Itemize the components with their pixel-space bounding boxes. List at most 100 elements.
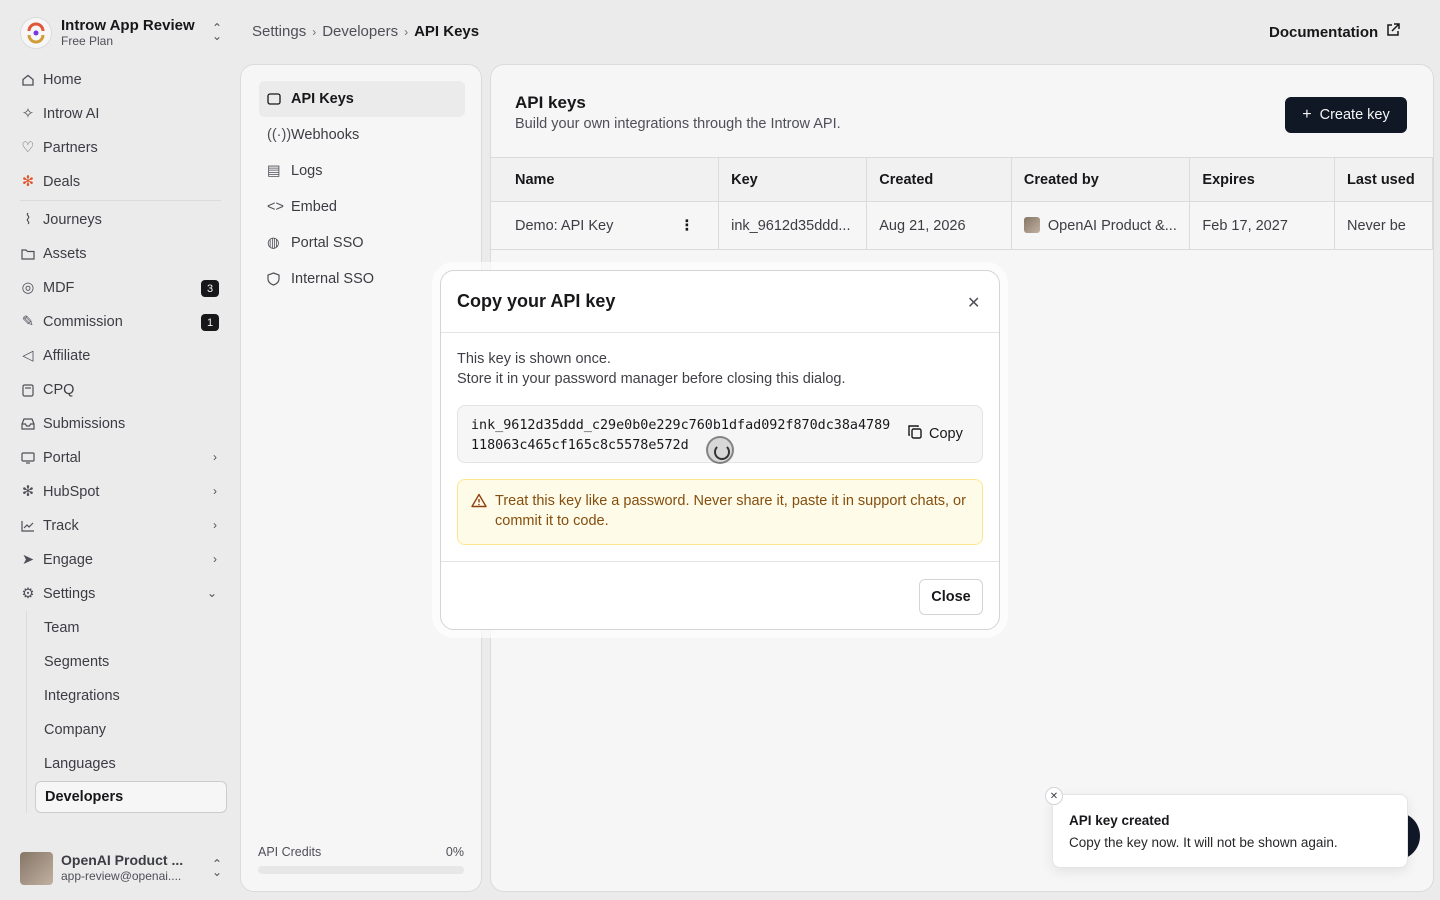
org-switcher[interactable]: Introw App Review Free Plan ⌃ ⌄ — [20, 14, 230, 52]
chart-icon — [21, 519, 35, 533]
sidebar-item-affiliate[interactable]: ◁ Affiliate — [12, 339, 227, 373]
sidebar-item-team[interactable]: Team — [35, 611, 227, 645]
percent-icon: ✎ — [21, 314, 35, 330]
sidebar-item-portal[interactable]: Portal › — [12, 441, 227, 475]
column-header-key[interactable]: Key — [718, 157, 868, 202]
sidebar-item-cpq[interactable]: CPQ — [12, 373, 227, 407]
route-icon: ⌇ — [24, 212, 32, 228]
loading-cursor-icon — [706, 436, 734, 464]
dev-nav-embed[interactable]: <> Embed — [259, 189, 465, 225]
chevron-updown-icon: ⌃ ⌄ — [211, 21, 222, 43]
sidebar-item-company[interactable]: Company — [35, 713, 227, 747]
avatar — [20, 851, 53, 885]
sidebar-item-track[interactable]: Track › — [12, 509, 227, 543]
cell-created-by: OpenAI Product &... — [1011, 201, 1191, 250]
column-header-expires[interactable]: Expires — [1189, 157, 1335, 202]
key-name: Demo: API Key — [515, 217, 614, 234]
api-credits-progress — [258, 866, 464, 874]
dev-nav-api-keys[interactable]: API Keys — [259, 81, 465, 117]
copy-icon — [907, 424, 923, 444]
toast-notification: ✕ API key created Copy the key now. It w… — [1045, 787, 1408, 868]
megaphone-icon: ◁ — [22, 348, 34, 364]
more-vertical-icon[interactable]: ⋮ — [680, 218, 695, 234]
sidebar-item-integrations[interactable]: Integrations — [35, 679, 227, 713]
sidebar: Introw App Review Free Plan ⌃ ⌄ Home ✧ Int… — [0, 0, 240, 900]
dev-nav-logs[interactable]: ▤ Logs — [259, 153, 465, 189]
column-header-name[interactable]: Name — [491, 157, 720, 202]
dialog-description-line1: This key is shown once. — [457, 351, 611, 367]
sidebar-item-commission[interactable]: ✎ Commission 1 — [12, 305, 227, 339]
sidebar-item-hubspot[interactable]: ✻ HubSpot › — [12, 475, 227, 509]
sidebar-item-assets[interactable]: Assets — [12, 237, 227, 271]
table-header-row: Name Key Created Created by Expires Last… — [491, 157, 1433, 202]
sidebar-item-deals[interactable]: ✻ Deals — [12, 165, 227, 199]
chevron-updown-icon: ⌃ ⌄ — [211, 857, 222, 879]
sidebar-item-label: Introw AI — [43, 106, 100, 122]
sidebar-item-label: MDF — [43, 280, 75, 296]
scroll-icon: ▤ — [267, 163, 281, 179]
close-icon[interactable]: ✕ — [967, 293, 980, 313]
webhook-icon: ((·)) — [267, 127, 292, 143]
dialog-title: Copy your API key — [457, 291, 616, 311]
nav-divider — [20, 200, 221, 201]
column-header-last-used[interactable]: Last used — [1334, 157, 1433, 202]
close-button[interactable]: Close — [919, 579, 983, 615]
dev-nav-webhooks[interactable]: ((·)) Webhooks — [259, 117, 465, 153]
sidebar-item-developers[interactable]: Developers — [35, 781, 227, 813]
sidebar-item-engage[interactable]: ➤ Engage › — [12, 543, 227, 577]
documentation-link[interactable]: Documentation — [1269, 23, 1400, 41]
breadcrumb-settings[interactable]: Settings — [252, 23, 306, 40]
sidebar-item-home[interactable]: Home — [12, 63, 227, 97]
gear-icon: ⚙ — [21, 586, 35, 602]
sidebar-item-languages[interactable]: Languages — [35, 747, 227, 781]
send-icon: ➤ — [21, 552, 35, 568]
dialog-description: This key is shown once. Store it in your… — [457, 349, 845, 389]
chevron-right-icon: › — [404, 24, 409, 39]
sidebar-item-label: CPQ — [43, 382, 75, 398]
plus-icon: + — [1302, 106, 1312, 123]
coins-icon: ◎ — [21, 280, 35, 296]
security-warning: Treat this key like a password. Never sh… — [457, 479, 983, 545]
sidebar-item-label: Commission — [43, 314, 123, 330]
chevron-down-icon: ⌄ — [206, 586, 217, 600]
sidebar-item-label: Track — [43, 518, 79, 534]
sidebar-item-mdf[interactable]: ◎ MDF 3 — [12, 271, 227, 305]
sparkle-icon: ✧ — [21, 106, 35, 122]
sidebar-item-introw-ai[interactable]: ✧ Introw AI — [12, 97, 227, 131]
column-header-created[interactable]: Created — [866, 157, 1012, 202]
cell-created: Aug 21, 2026 — [866, 201, 1012, 250]
sidebar-item-journeys[interactable]: ⌇ Journeys — [12, 203, 227, 237]
chevron-right-icon: › — [213, 518, 217, 532]
sidebar-item-segments[interactable]: Segments — [35, 645, 227, 679]
toast-close-icon[interactable]: ✕ — [1045, 787, 1063, 805]
sidebar-item-label: Home — [43, 72, 82, 88]
toast-description: Copy the key now. It will not be shown a… — [1069, 835, 1338, 850]
dev-nav-portal-sso[interactable]: ◍ Portal SSO — [259, 225, 465, 261]
cell-last-used: Never be — [1334, 201, 1433, 250]
api-key-value[interactable]: ink_9612d35ddd_c29e0b0e229c760b1dfad092f… — [471, 416, 891, 456]
copy-button[interactable]: Copy — [907, 424, 963, 444]
chevron-right-icon: › — [213, 484, 217, 498]
cell-expires: Feb 17, 2027 — [1189, 201, 1335, 250]
sidebar-item-partners[interactable]: ♡ Partners — [12, 131, 227, 165]
column-header-created-by[interactable]: Created by — [1011, 157, 1191, 202]
inbox-icon — [21, 417, 35, 431]
dev-nav-label: Embed — [291, 199, 337, 215]
page-subtitle: Build your own integrations through the … — [515, 116, 841, 132]
toast-title: API key created — [1069, 813, 1170, 828]
breadcrumb: Settings › Developers › API Keys — [252, 23, 479, 40]
sidebar-item-settings[interactable]: ⚙ Settings ⌄ — [12, 577, 227, 611]
api-keys-table: Name Key Created Created by Expires Last… — [491, 157, 1433, 250]
sidebar-item-label: Portal — [43, 450, 81, 466]
divider — [441, 561, 999, 562]
api-credits-value: 0% — [445, 845, 464, 859]
create-key-button[interactable]: + Create key — [1285, 97, 1407, 133]
cell-key: ink_9612d35ddd... — [718, 201, 868, 250]
breadcrumb-developers[interactable]: Developers — [322, 23, 398, 40]
sidebar-item-label: Engage — [43, 552, 93, 568]
sidebar-item-label: Assets — [43, 246, 87, 262]
sidebar-item-submissions[interactable]: Submissions — [12, 407, 227, 441]
api-credits: API Credits 0% — [258, 845, 464, 859]
user-menu[interactable]: OpenAI Product ... app-review@openai....… — [20, 850, 230, 886]
table-row[interactable]: Demo: API Key ⋮ ink_9612d35ddd... Aug 21,… — [491, 201, 1433, 250]
